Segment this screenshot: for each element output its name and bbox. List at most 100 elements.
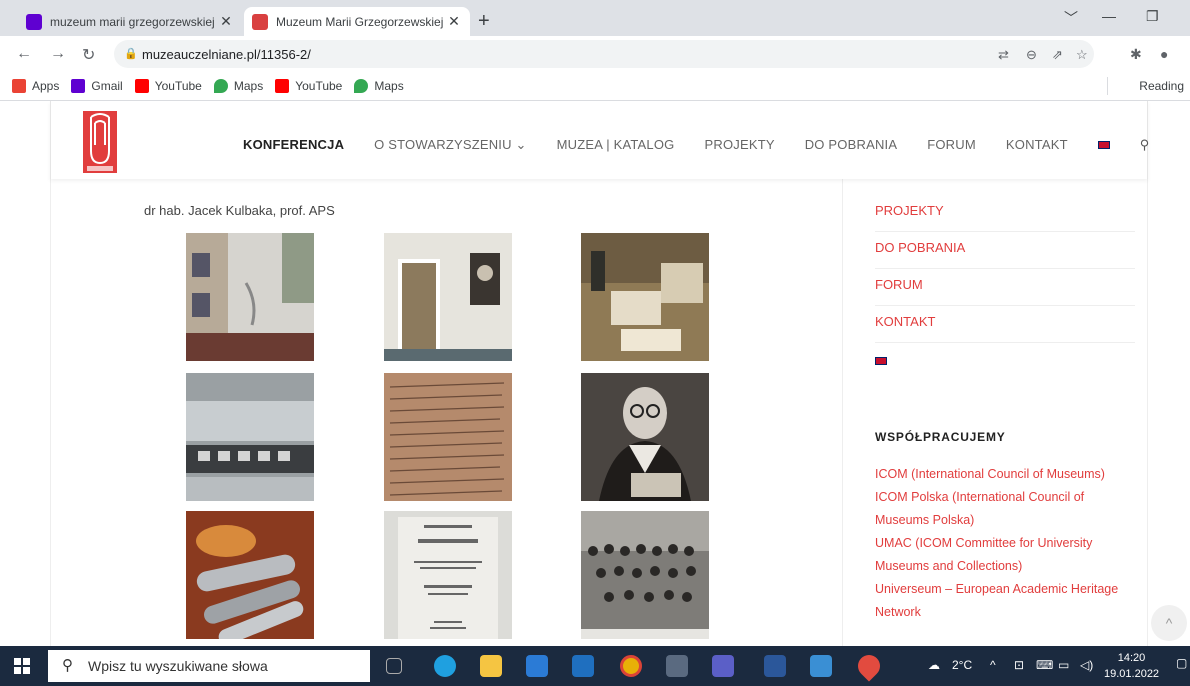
site-header: KONFERENCJA O STOWARZYSZENIU ⌄ MUZEA | K… (50, 101, 1150, 179)
chrome-icon[interactable] (620, 655, 642, 677)
nav-forum[interactable]: FORUM (927, 137, 976, 153)
maps-pin-icon (213, 79, 228, 93)
browser-chrome: muzeum marii grzegorzewskiej – ✕ Muzeum … (0, 0, 1190, 101)
task-view-icon[interactable] (386, 658, 402, 674)
partner-link-icom-polska[interactable]: ICOM Polska (International Council of Mu… (875, 486, 1137, 532)
minimize-button[interactable]: — (1102, 8, 1116, 24)
edge-icon[interactable] (434, 655, 456, 677)
share-icon[interactable]: ⇗ (1052, 47, 1063, 63)
tab-search-icon[interactable]: ﹀ (1064, 8, 1078, 28)
close-icon[interactable]: ✕ (218, 13, 234, 30)
bookmark-youtube[interactable]: YouTube (134, 79, 202, 93)
gallery-photo-braille-machine[interactable] (186, 373, 314, 501)
extensions-icon[interactable]: ✱ (1130, 46, 1142, 63)
sidebar-link-forum[interactable]: FORUM (875, 277, 1135, 306)
photos-icon[interactable] (810, 655, 832, 677)
nav-kontakt[interactable]: KONTAKT (1006, 137, 1068, 153)
gallery-photo-manuscript[interactable] (384, 373, 512, 501)
partner-link-universeum[interactable]: Universeum – European Academic Heritage … (875, 578, 1137, 624)
maps-pin-icon (354, 79, 369, 93)
weather-icon[interactable]: ☁ (928, 658, 940, 672)
reading-list-button[interactable]: Reading (1139, 79, 1184, 93)
forward-arrow-icon[interactable]: → (50, 45, 66, 63)
weather-temperature[interactable]: 2°C (952, 658, 972, 672)
bookmark-label: Gmail (91, 79, 123, 93)
sidebar-link-kontakt[interactable]: KONTAKT (875, 314, 1135, 343)
bookmark-apps[interactable]: Apps (12, 79, 59, 93)
nav-muzea-katalog[interactable]: MUZEA | KATALOG (557, 137, 675, 153)
windows-start-icon[interactable] (14, 658, 30, 674)
keyboard-icon[interactable]: ⌨ (1036, 658, 1053, 672)
bookmark-maps[interactable]: Maps (354, 79, 404, 93)
yahoo-icon (71, 79, 86, 93)
document-page-photo-icon (384, 511, 512, 639)
flame-app-icon[interactable] (853, 650, 885, 682)
bookmark-label: Apps (32, 79, 60, 93)
nav-do-pobrania[interactable]: DO POBRANIA (805, 137, 898, 153)
youtube-icon (134, 79, 149, 93)
gallery-photo-doorway[interactable] (384, 233, 512, 361)
partner-link-umac[interactable]: UMAC (ICOM Committee for University Muse… (875, 532, 1137, 578)
profile-icon[interactable]: ● (1160, 46, 1168, 62)
file-explorer-icon[interactable] (480, 655, 502, 677)
partners-list: ICOM (International Council of Museums) … (875, 463, 1137, 624)
store-icon[interactable] (526, 655, 548, 677)
windows-taskbar: ⚲ Wpisz tu wyszukiwane słowa ☁ 2°C ^ ⊡ ⌨… (0, 646, 1190, 686)
battery-icon[interactable]: ▭ (1058, 658, 1069, 672)
nav-konferencja[interactable]: KONFERENCJA (243, 137, 344, 153)
notifications-icon[interactable]: ▢ (1176, 656, 1187, 670)
back-arrow-icon[interactable]: ← (16, 45, 32, 63)
bookmark-label: Maps (233, 79, 264, 93)
restore-button[interactable]: ❐ (1146, 8, 1159, 25)
tab-museum[interactable]: Muzeum Marii Grzegorzewskiej | ✕ (244, 7, 470, 36)
new-tab-button[interactable]: + (478, 10, 490, 33)
chevron-up-icon[interactable]: ^ (990, 658, 996, 672)
gallery-photo-group[interactable] (581, 511, 709, 639)
cooperation-heading: WSPÓŁPRACUJEMY (875, 430, 1006, 444)
museum-favicon-icon (252, 13, 268, 30)
zoom-icon[interactable]: ⊖ (1026, 47, 1037, 63)
group-photo-icon (581, 511, 709, 639)
desk-photo-icon (581, 233, 709, 361)
divider (1107, 77, 1108, 95)
nav-o-stowarzyszeniu[interactable]: O STOWARZYSZENIU ⌄ (374, 137, 526, 153)
gallery-photo-desk[interactable] (581, 233, 709, 361)
paint-icon[interactable] (666, 655, 688, 677)
sidebar: PROJEKTY DO POBRANIA FORUM KONTAKT WSPÓŁ… (842, 178, 1148, 646)
gallery-photo-document-page[interactable] (384, 511, 512, 639)
scroll-to-top-button[interactable]: ^ (1151, 605, 1187, 641)
tab-search-results[interactable]: muzeum marii grzegorzewskiej – ✕ (18, 7, 242, 36)
bookmark-maps[interactable]: Maps (213, 79, 264, 93)
clock[interactable]: 14:20 19.01.2022 (1104, 650, 1159, 682)
tab-title: muzeum marii grzegorzewskiej – (50, 14, 218, 29)
search-icon[interactable]: ⚲ (1140, 137, 1150, 153)
bookmarks-bar: Apps Gmail YouTube Maps YouTube Maps Rea… (0, 72, 1190, 101)
uk-flag-icon[interactable] (1097, 137, 1110, 153)
gallery-photo-portrait[interactable] (581, 373, 709, 501)
uk-flag-icon[interactable] (875, 353, 1135, 381)
gallery-photo-building[interactable] (186, 233, 314, 361)
partner-link-icom[interactable]: ICOM (International Council of Museums) (875, 463, 1137, 486)
sidebar-link-do-pobrania[interactable]: DO POBRANIA (875, 240, 1135, 269)
volume-icon[interactable]: ◁) (1080, 658, 1093, 672)
page-viewport: KONFERENCJA O STOWARZYSZENIU ⌄ MUZEA | K… (0, 101, 1190, 646)
bookmark-youtube[interactable]: YouTube (275, 79, 342, 93)
browser-toolbar: ← → ↻ 🔒 muzeauczelniane.pl/11356-2/ ⇄ ⊖ … (0, 36, 1190, 72)
nav-projekty[interactable]: PROJEKTY (704, 137, 774, 153)
teams-icon[interactable] (712, 655, 734, 677)
gallery-photo-metal-objects[interactable] (186, 511, 314, 639)
word-icon[interactable] (764, 655, 786, 677)
site-logo[interactable] (83, 111, 117, 173)
bookmark-gmail[interactable]: Gmail (71, 79, 123, 93)
network-icon[interactable]: ⊡ (1014, 658, 1024, 672)
clock-date: 19.01.2022 (1104, 668, 1160, 680)
taskbar-search-input[interactable]: ⚲ Wpisz tu wyszukiwane słowa (48, 650, 370, 682)
mail-icon[interactable] (572, 655, 594, 677)
bookmark-star-icon[interactable]: ☆ (1076, 47, 1088, 63)
sidebar-link-projekty[interactable]: PROJEKTY (875, 203, 1135, 232)
address-bar[interactable]: 🔒 muzeauczelniane.pl/11356-2/ ⇄ ⊖ ⇗ ☆ (114, 40, 1094, 68)
yahoo-icon (26, 13, 42, 30)
close-icon[interactable]: ✕ (446, 13, 462, 30)
reload-icon[interactable]: ↻ (82, 45, 95, 65)
translate-icon[interactable]: ⇄ (998, 47, 1009, 63)
